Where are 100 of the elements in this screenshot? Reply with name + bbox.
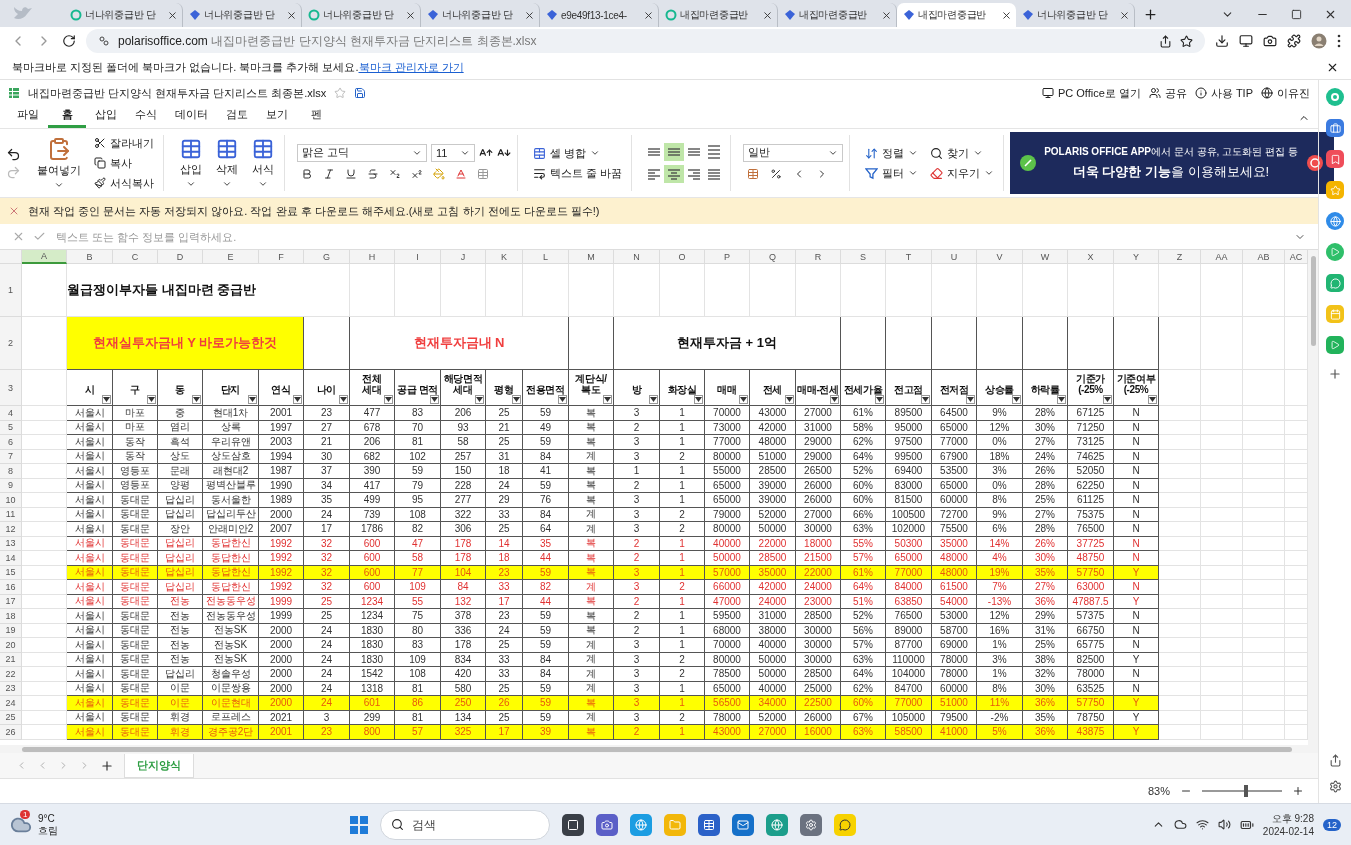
row-header[interactable]: 26 [0, 725, 22, 740]
column-header[interactable]: B [67, 250, 113, 264]
search-input[interactable]: 검색 [410, 816, 470, 833]
column-header[interactable]: AA [1201, 250, 1243, 264]
column-header[interactable]: N [614, 250, 660, 264]
row-header[interactable]: 18 [0, 609, 22, 624]
column-header[interactable]: I [395, 250, 441, 264]
table-cell: 25% [1023, 638, 1068, 653]
clipboard-button[interactable]: 복사 [91, 154, 157, 172]
promo-banner[interactable]: POLARIS OFFICE APP에서 문서 공유, 고도화된 편집 등 더욱 다양한 기능을 이용해보세요! [1010, 132, 1334, 194]
row-header[interactable]: 2 [0, 317, 22, 370]
column-header[interactable]: G [304, 250, 350, 264]
column-header[interactable]: AC [1285, 250, 1308, 264]
column-label: 기준가 (-25% [1076, 373, 1105, 395]
toolbar-action[interactable]: PC Office로 열기 [1041, 85, 1141, 101]
toolbar-action[interactable]: 이유진 [1261, 85, 1310, 101]
column-header[interactable]: D [158, 250, 203, 264]
menu-tab[interactable]: 펜 [297, 107, 335, 128]
column-header[interactable]: O [660, 250, 705, 264]
column-header[interactable]: W [1023, 250, 1068, 264]
column-header[interactable]: J [441, 250, 486, 264]
table-cell: 23 [304, 406, 350, 421]
data-button[interactable]: 필터 [862, 164, 922, 182]
table-cell: 28500 [796, 667, 841, 682]
column-header[interactable]: X [1068, 250, 1114, 264]
column-header[interactable]: H [350, 250, 395, 264]
notification-badge[interactable]: 12 [1323, 818, 1341, 831]
cells-button[interactable]: 삽입 [176, 135, 206, 191]
table-cell: 1 [660, 638, 705, 653]
table-cell: 동대문 [113, 580, 158, 595]
edit-button[interactable]: 찾기 [927, 144, 998, 162]
edit-button[interactable]: 지우기 [927, 164, 998, 182]
row-header[interactable]: 12 [0, 522, 22, 537]
cells-button[interactable]: 삭제 [212, 135, 242, 191]
row-header[interactable]: 8 [0, 464, 22, 479]
address-bar[interactable]: polarisoffice.com 내집마련중급반 단지양식 현재투자금 단지리스트 최종본.xlsx [86, 29, 1205, 53]
toolbar-action[interactable]: 사용 TIP [1194, 85, 1253, 101]
table-cell: 답십리 [158, 580, 203, 595]
menu-tab[interactable]: 홈 [48, 107, 86, 128]
column-header[interactable]: U [932, 250, 977, 264]
table-cell: 32 [304, 580, 350, 595]
search-field[interactable]: 검색 [380, 809, 550, 840]
column-header[interactable]: V [977, 250, 1023, 264]
table-cell: 우리유앤 [203, 435, 259, 450]
font-select[interactable]: 맑은 고딕 [297, 143, 427, 162]
column-header[interactable]: R [796, 250, 841, 264]
column-header[interactable]: L [523, 250, 569, 264]
table-cell: 1989 [259, 493, 304, 508]
column-header[interactable]: E [203, 250, 259, 264]
table-cell: 4% [977, 551, 1023, 566]
row-header[interactable]: 3 [0, 370, 22, 406]
toolbar-action[interactable]: 공유 [1148, 85, 1187, 101]
table-cell: 109 [395, 580, 441, 595]
wrap-text-button[interactable]: 텍스트 줄 바꿈 [530, 164, 626, 182]
menu-tab[interactable]: 보기 [257, 107, 297, 128]
column-header[interactable]: C [113, 250, 158, 264]
table-cell: 69400 [886, 464, 932, 479]
table-cell: 8% [977, 493, 1023, 508]
menu-tab[interactable]: 삽입 [86, 107, 126, 128]
column-header[interactable]: F [259, 250, 304, 264]
table-cell: 33 [486, 667, 523, 682]
merge-cells-button[interactable]: 셀 병합 [530, 144, 626, 162]
table-cell: 52% [841, 609, 886, 624]
paste-button[interactable]: 붙여넣기 [33, 134, 85, 192]
column-header[interactable]: K [486, 250, 523, 264]
clipboard-button[interactable]: 잘라내기 [91, 134, 157, 152]
column-header[interactable]: S [841, 250, 886, 264]
table-cell: 2 [660, 522, 705, 537]
data-button[interactable]: 정렬 [862, 144, 922, 162]
row-header[interactable]: 22 [0, 667, 22, 682]
row-header[interactable]: 6 [0, 435, 22, 450]
column-header[interactable]: AB [1243, 250, 1285, 264]
formula-input[interactable]: 텍스트 또는 함수 정보를 입력하세요. [54, 229, 1286, 244]
sheet-tab[interactable]: 단지양식 [124, 753, 194, 778]
clipboard-button[interactable]: 서식복사 [91, 174, 157, 192]
menu-tab[interactable]: 수식 [126, 107, 166, 128]
browser-tab[interactable]: 내집마련중급반 [897, 3, 1016, 27]
menu-tab[interactable]: 파일 [8, 107, 48, 128]
column-header[interactable]: Z [1159, 250, 1201, 264]
table-cell: 63% [841, 725, 886, 740]
row-header[interactable]: 14 [0, 551, 22, 566]
number-format-select[interactable]: 일반 [743, 143, 844, 162]
column-header[interactable]: Q [750, 250, 796, 264]
bookmark-manager-link[interactable]: 북마크 관리자로 가기 [358, 59, 464, 75]
cells-button[interactable]: 서식 [248, 135, 278, 191]
row-header[interactable]: 24 [0, 696, 22, 711]
row-header[interactable]: 16 [0, 580, 22, 595]
table-cell: 83 [395, 406, 441, 421]
row-header[interactable]: 10 [0, 493, 22, 508]
column-header[interactable]: T [886, 250, 932, 264]
column-header[interactable]: Y [1114, 250, 1159, 264]
row-header[interactable]: 20 [0, 638, 22, 653]
column-header[interactable]: A [22, 250, 67, 264]
column-header[interactable]: P [705, 250, 750, 264]
row-header[interactable]: 1 [0, 264, 22, 317]
column-header[interactable]: M [569, 250, 614, 264]
menu-tab[interactable]: 검토 [217, 107, 257, 128]
row-header[interactable]: 4 [0, 406, 22, 421]
menu-tab[interactable]: 데이터 [166, 107, 217, 128]
font-size-select[interactable]: 11 [431, 143, 475, 162]
